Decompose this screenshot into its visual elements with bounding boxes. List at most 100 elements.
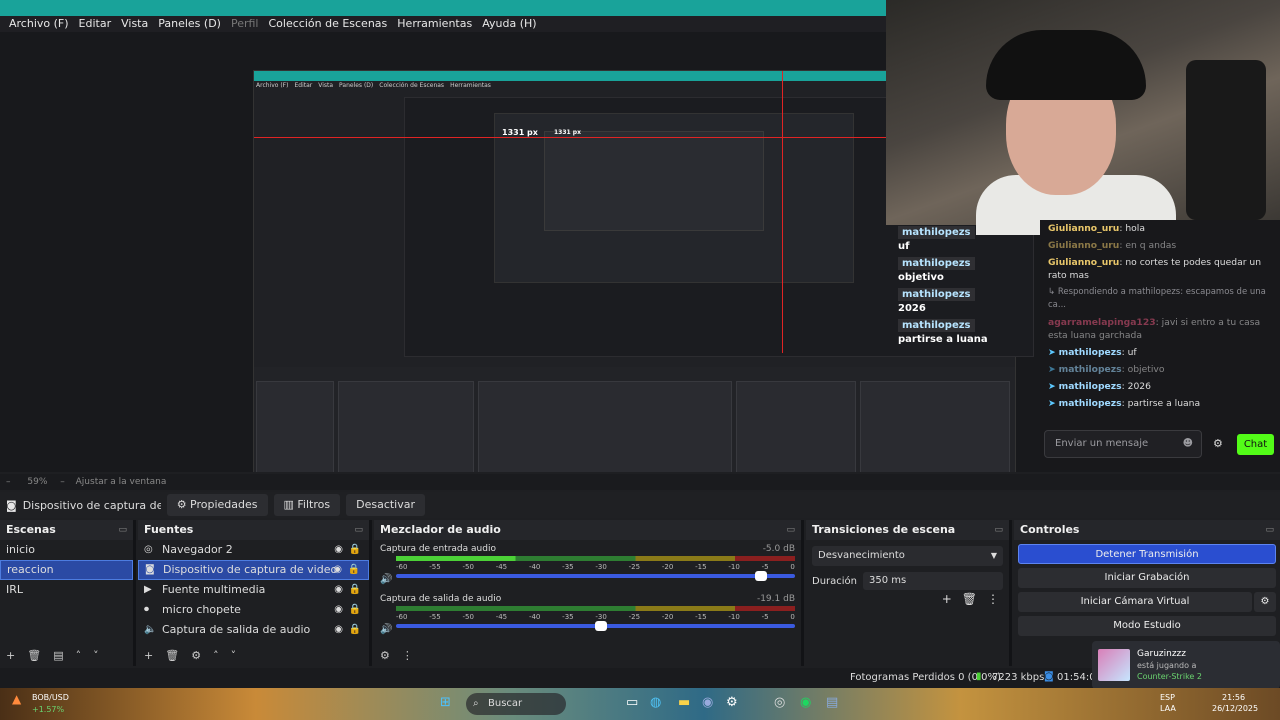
notepad-icon[interactable]: ▤ xyxy=(826,695,838,710)
menu-perfil[interactable]: Perfil xyxy=(226,16,264,32)
chat-settings-gear-icon[interactable]: ⚙ xyxy=(1213,437,1223,450)
undock-icon[interactable]: ▭ xyxy=(1265,520,1274,540)
disable-button[interactable]: Desactivar xyxy=(346,494,426,516)
start-virtual-camera-button[interactable]: Iniciar Cámara Virtual xyxy=(1018,592,1252,612)
lock-icon[interactable]: 🔒 xyxy=(348,560,360,580)
chat-username[interactable]: Giulianno_uru xyxy=(1048,240,1119,251)
source-item-selected[interactable]: ◙ Dispositivo de captura de video ◉ 🔒 xyxy=(138,560,369,580)
ticker-icon: ▲ xyxy=(12,692,22,706)
chevron-up-icon[interactable]: ˄ xyxy=(76,649,82,662)
discord-icon[interactable]: ◉ xyxy=(702,695,713,710)
stop-streaming-button[interactable]: Detener Transmisión xyxy=(1018,544,1276,564)
eye-icon[interactable]: ◉ xyxy=(334,620,343,640)
volume-knob[interactable] xyxy=(755,571,768,581)
gear-icon[interactable]: ⚙ xyxy=(191,649,201,662)
zoom-minus-icon[interactable]: – xyxy=(6,477,11,487)
lock-icon[interactable]: 🔒 xyxy=(349,580,361,600)
scene-item[interactable]: inicio xyxy=(0,540,133,560)
chat-username[interactable]: mathilopezs xyxy=(1059,347,1122,358)
menu-ayuda[interactable]: Ayuda (H) xyxy=(477,16,541,32)
start-recording-button[interactable]: Iniciar Grabación xyxy=(1018,568,1276,588)
source-item[interactable]: ◎ Navegador 2 ◉ 🔒 xyxy=(138,540,369,560)
obs-icon[interactable]: ◎ xyxy=(774,695,785,710)
chevron-down-icon[interactable]: ˅ xyxy=(93,649,99,662)
lock-icon[interactable]: 🔒 xyxy=(349,620,361,640)
source-item[interactable]: ⏺ micro chopete ◉ 🔒 xyxy=(138,600,369,620)
clock-time[interactable]: 21:56 xyxy=(1222,693,1245,702)
lang-indicator[interactable]: ESP xyxy=(1160,693,1175,702)
source-context-bar: ◙ Dispositivo de captura de v ⚙ Propieda… xyxy=(0,492,1280,518)
taskbar-search[interactable]: ⌕ Buscar xyxy=(466,693,566,715)
transition-select[interactable]: Desvanecimiento ▼ xyxy=(812,546,1003,566)
explorer-icon[interactable]: ▭ xyxy=(626,695,638,710)
more-menu-icon[interactable]: ⋮ xyxy=(402,649,413,662)
ticker-name[interactable]: BOB/USD xyxy=(32,693,69,702)
undock-icon[interactable]: ▭ xyxy=(354,520,363,540)
menu-editar[interactable]: Editar xyxy=(74,16,117,32)
chat-username[interactable]: mathilopezs xyxy=(1059,381,1122,392)
virtual-cam-row: Iniciar Cámara Virtual ⚙ xyxy=(1014,588,1280,612)
volume-slider[interactable] xyxy=(396,571,795,581)
chat-username[interactable]: mathilopezs xyxy=(1059,364,1122,375)
source-item[interactable]: 🔈 Captura de salida de audio ◉ 🔒 xyxy=(138,620,369,640)
menu-coleccion-escenas[interactable]: Colección de Escenas xyxy=(264,16,393,32)
volume-knob[interactable] xyxy=(595,621,608,631)
add-icon[interactable]: + xyxy=(144,649,153,662)
game-activity-toast[interactable]: Garuzinzzz está jugando a Counter-Strike… xyxy=(1092,641,1280,689)
scene-label: reaccion xyxy=(7,563,54,576)
add-icon[interactable]: + xyxy=(942,592,952,606)
eye-icon[interactable]: ◉ xyxy=(334,600,343,620)
menu-archivo[interactable]: Archivo (F) xyxy=(4,16,74,32)
duration-input[interactable]: 350 ms xyxy=(863,572,1004,590)
scene-item[interactable]: IRL xyxy=(0,580,133,600)
zoom-level[interactable]: 59% xyxy=(27,477,47,487)
steam-icon[interactable]: ⚙ xyxy=(726,695,738,710)
edge-icon[interactable]: ◍ xyxy=(650,695,661,710)
filters-button[interactable]: ▥ Filtros xyxy=(273,494,341,516)
trash-icon[interactable]: 🗑 xyxy=(962,592,977,606)
properties-button[interactable]: ⚙ Propiedades xyxy=(166,494,268,516)
menu-paneles[interactable]: Paneles (D) xyxy=(153,16,226,32)
more-menu-icon[interactable]: ⋮ xyxy=(987,592,999,606)
scene-item-selected[interactable]: reaccion xyxy=(0,560,133,580)
eye-icon[interactable]: ◉ xyxy=(333,560,342,580)
chat-input[interactable]: Enviar un mensaje ☻ xyxy=(1044,430,1202,458)
virtual-camera-settings-gear-icon[interactable]: ⚙ xyxy=(1254,592,1276,612)
windows-start-icon[interactable]: ⊞ xyxy=(440,695,451,710)
menu-vista[interactable]: Vista xyxy=(116,16,153,32)
advanced-audio-icon[interactable]: ⚙ xyxy=(380,649,390,662)
source-item[interactable]: ▶ Fuente multimedia ◉ 🔒 xyxy=(138,580,369,600)
clock-date[interactable]: 26/12/2025 xyxy=(1212,704,1258,713)
volume-slider[interactable] xyxy=(396,621,795,631)
undock-icon[interactable]: ▭ xyxy=(118,520,127,540)
lock-icon[interactable]: 🔒 xyxy=(349,600,361,620)
lock-icon[interactable]: 🔒 xyxy=(349,540,361,560)
spotify-icon[interactable]: ◉ xyxy=(800,695,811,710)
source-label: micro chopete xyxy=(162,603,241,616)
chat-send-button[interactable]: Chat xyxy=(1237,434,1274,455)
folder-icon[interactable]: ▬ xyxy=(678,695,690,710)
eye-icon[interactable]: ◉ xyxy=(334,540,343,560)
studio-mode-button[interactable]: Modo Estudio xyxy=(1018,616,1276,636)
speaker-icon[interactable]: 🔊 xyxy=(380,624,392,635)
chat-username[interactable]: agarramelapinga123 xyxy=(1048,317,1156,328)
chevron-up-icon[interactable]: ˄ xyxy=(213,649,219,662)
chevron-down-icon[interactable]: ˅ xyxy=(231,649,237,662)
trash-icon[interactable]: 🗑 xyxy=(165,649,179,662)
emoji-icon[interactable]: ☻ xyxy=(1183,431,1193,457)
undock-icon[interactable]: ▭ xyxy=(786,520,795,540)
fit-to-window[interactable]: Ajustar a la ventana xyxy=(76,477,167,487)
chat-username[interactable]: Giulianno_uru xyxy=(1048,257,1119,268)
trash-icon[interactable]: 🗑 xyxy=(27,649,41,662)
menu-herramientas[interactable]: Herramientas xyxy=(392,16,477,32)
zoom-minus-icon[interactable]: – xyxy=(60,477,65,487)
add-icon[interactable]: + xyxy=(6,649,15,662)
eye-icon[interactable]: ◉ xyxy=(334,580,343,600)
channel-db: -5.0 dB xyxy=(762,544,795,554)
filter-icon[interactable]: ▤ xyxy=(53,649,63,662)
lang-indicator-sub[interactable]: LAA xyxy=(1160,704,1176,713)
chat-username[interactable]: mathilopezs xyxy=(1059,398,1122,409)
speaker-icon[interactable]: 🔊 xyxy=(380,574,392,585)
chat-username[interactable]: Giulianno_uru xyxy=(1048,223,1119,234)
undock-icon[interactable]: ▭ xyxy=(994,520,1003,540)
